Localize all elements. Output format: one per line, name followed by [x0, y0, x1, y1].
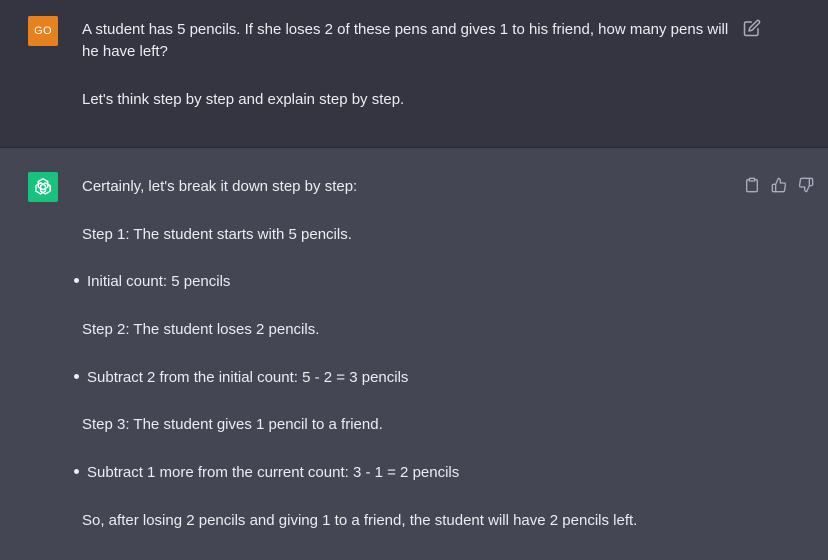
bullet-dot: [74, 374, 79, 379]
answer-step-3: Step 3: The student gives 1 pencil to a …: [82, 416, 383, 433]
answer-bullet-2: Subtract 2 from the initial count: 5 - 2…: [74, 367, 408, 389]
bullet-dot: [74, 278, 79, 283]
message-actions: [743, 176, 815, 194]
thumbs-up-icon[interactable]: [770, 176, 788, 194]
chat-page: GO A student has 5 pencils. If she loses…: [0, 0, 828, 560]
user-instruction: Let's think step by step and explain ste…: [82, 91, 405, 108]
edit-icon[interactable]: [743, 19, 761, 37]
answer-bullet-3: Subtract 1 more from the current count: …: [74, 462, 459, 484]
answer-bullet-1: Initial count: 5 pencils: [74, 271, 230, 293]
answer-step-1: Step 1: The student starts with 5 pencil…: [82, 226, 352, 243]
openai-logo-icon: [28, 172, 58, 202]
answer-intro: Certainly, let's break it down step by s…: [82, 178, 358, 195]
answer-step-2: Step 2: The student loses 2 pencils.: [82, 321, 320, 338]
assistant-message: Certainly, let's break it down step by s…: [0, 148, 828, 560]
user-avatar: GO: [28, 16, 58, 46]
answer-conclusion: So, after losing 2 pencils and giving 1 …: [82, 512, 638, 529]
thumbs-down-icon[interactable]: [797, 176, 815, 194]
user-message: GO A student has 5 pencils. If she loses…: [0, 0, 828, 148]
clipboard-icon[interactable]: [743, 176, 761, 194]
bullet-1-text: Initial count: 5 pencils: [87, 273, 231, 290]
bullet-2-text: Subtract 2 from the initial count: 5 - 2…: [87, 369, 409, 386]
bullet-dot: [74, 469, 79, 474]
bullet-3-text: Subtract 1 more from the current count: …: [87, 464, 460, 481]
user-message-text: A student has 5 pencils. If she loses 2 …: [82, 19, 732, 111]
user-question: A student has 5 pencils. If she loses 2 …: [82, 21, 729, 60]
